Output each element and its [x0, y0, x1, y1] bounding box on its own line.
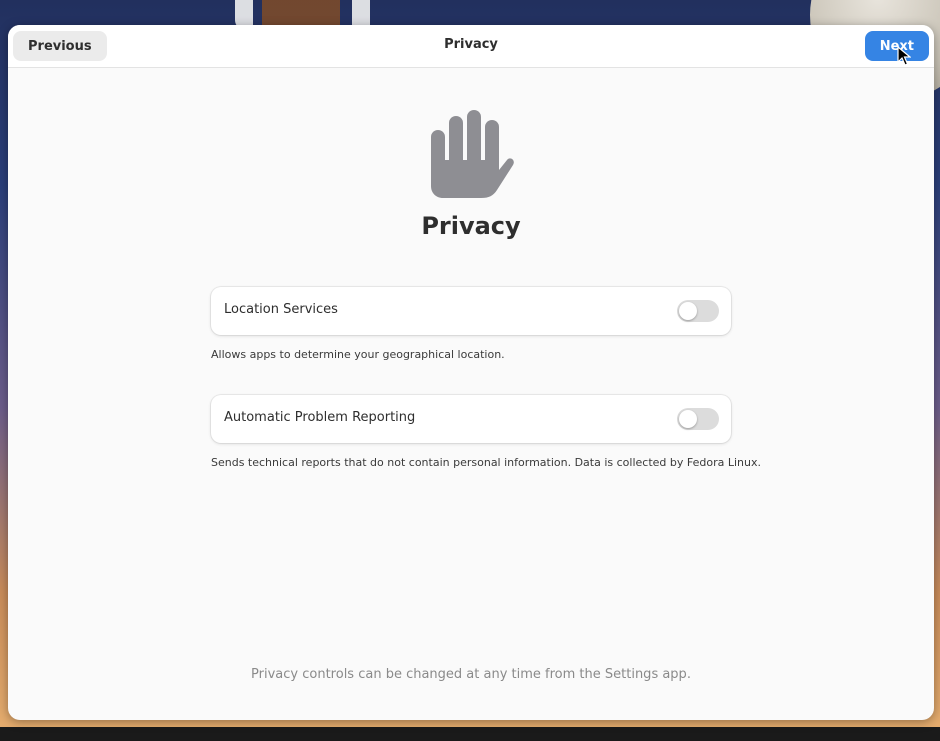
location-services-description: Allows apps to determine your geographic… — [211, 348, 505, 361]
switch-knob — [679, 410, 697, 428]
window-title: Privacy — [444, 37, 498, 52]
header-bar: Previous Privacy Next — [8, 25, 934, 68]
problem-reporting-row[interactable]: Automatic Problem Reporting — [211, 395, 731, 443]
location-services-row[interactable]: Location Services — [211, 287, 731, 335]
footer-note: Privacy controls can be changed at any t… — [251, 667, 691, 682]
desktop-bottom-edge — [0, 727, 940, 741]
setup-window: Previous Privacy Next Privacy Location S… — [8, 25, 934, 720]
location-services-switch[interactable] — [677, 300, 719, 322]
raised-hand-icon — [431, 110, 514, 198]
problem-reporting-switch[interactable] — [677, 408, 719, 430]
page-title: Privacy — [421, 212, 521, 240]
location-services-label: Location Services — [224, 302, 338, 317]
problem-reporting-label: Automatic Problem Reporting — [224, 410, 416, 425]
mouse-pointer-icon — [897, 46, 911, 66]
problem-reporting-description: Sends technical reports that do not cont… — [211, 456, 761, 469]
switch-knob — [679, 302, 697, 320]
